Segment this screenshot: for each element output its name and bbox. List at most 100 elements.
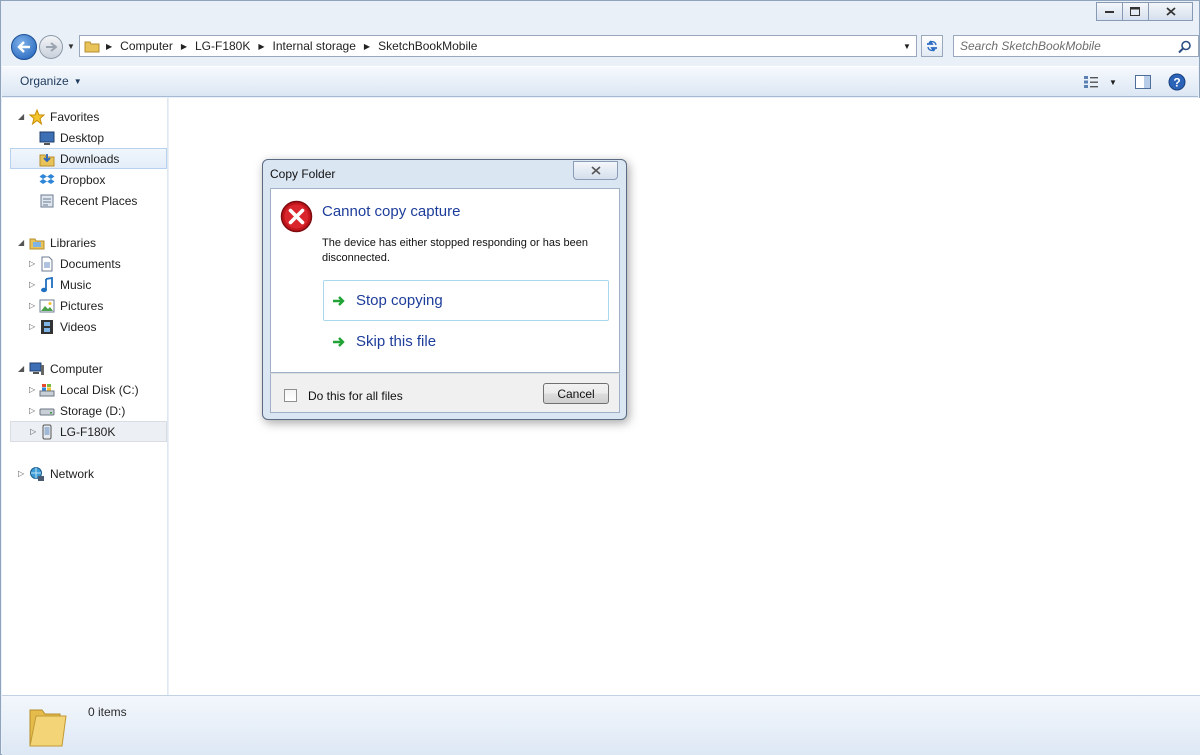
collapsed-triangle-icon[interactable]: ▷ — [18, 469, 24, 478]
collapsed-triangle-icon[interactable]: ▷ — [30, 427, 36, 436]
do-this-for-all-checkbox[interactable] — [284, 389, 297, 402]
sidebar-item-videos[interactable]: ▷ Videos — [2, 316, 167, 337]
recent-places-icon — [40, 194, 54, 207]
chevron-down-icon: ▼ — [73, 76, 82, 86]
sidebar-item-label: Downloads — [60, 151, 120, 166]
dialog-title: Copy Folder — [270, 167, 336, 181]
expanded-triangle-icon[interactable]: ◢ — [18, 238, 24, 247]
back-button[interactable] — [11, 34, 37, 60]
libraries-icon — [29, 238, 45, 249]
details-view-icon — [1084, 76, 1099, 88]
preview-pane-button[interactable] — [1132, 72, 1154, 92]
breadcrumb-item[interactable]: SketchBookMobile — [378, 39, 477, 53]
maximize-button[interactable] — [1122, 2, 1149, 21]
star-icon — [29, 108, 45, 125]
window-controls — [1096, 2, 1193, 21]
green-arrow-icon — [333, 295, 345, 306]
organize-button[interactable]: Organize ▼ — [20, 74, 82, 88]
sidebar-item-documents[interactable]: ▷ Documents — [2, 253, 167, 274]
navigation-pane: ◢ Favorites Desktop Downloads Dropbox Re… — [2, 98, 168, 695]
refresh-button[interactable] — [921, 35, 943, 57]
recent-pages-dropdown[interactable]: ▼ — [66, 41, 76, 51]
sidebar-item-network[interactable]: ▷ Network — [2, 463, 167, 484]
expanded-triangle-icon[interactable]: ◢ — [18, 364, 24, 373]
address-dropdown[interactable]: ▼ — [900, 39, 914, 53]
sidebar-item-downloads[interactable]: Downloads — [10, 148, 167, 169]
computer-icon — [29, 362, 44, 375]
collapsed-triangle-icon[interactable]: ▷ — [29, 385, 35, 394]
sidebar-item-label: Music — [60, 277, 92, 292]
dialog-body: Cannot copy capture The device has eithe… — [270, 188, 620, 373]
breadcrumb-separator-icon[interactable]: ▶ — [181, 42, 187, 51]
sidebar-item-pictures[interactable]: ▷ Pictures — [2, 295, 167, 316]
address-row: ▼ ▶ Computer ▶ LG-F180K ▶ Internal stora… — [9, 31, 1199, 61]
sidebar-item-label: Desktop — [60, 130, 105, 145]
address-bar[interactable]: ▶ Computer ▶ LG-F180K ▶ Internal storage… — [79, 35, 917, 57]
copy-folder-dialog: Copy Folder Cannot copy capture The devi… — [262, 159, 627, 420]
close-icon — [590, 166, 601, 175]
breadcrumb-item[interactable]: LG-F180K — [195, 39, 250, 53]
view-controls: ▼ ? — [1068, 72, 1188, 92]
drive-icon — [39, 408, 55, 415]
sidebar-item-label: Dropbox — [60, 172, 106, 187]
sidebar-item-label: Videos — [60, 319, 97, 334]
sidebar-item-label: Pictures — [60, 298, 104, 313]
minimize-button[interactable] — [1096, 2, 1123, 21]
skip-this-file-button[interactable]: Skip this file — [323, 321, 609, 362]
collapsed-triangle-icon[interactable]: ▷ — [29, 301, 35, 310]
search-icon[interactable] — [1178, 40, 1192, 54]
breadcrumb-item[interactable]: Computer — [120, 39, 173, 53]
svg-text:?: ? — [1173, 76, 1180, 90]
command-label: Skip this file — [356, 333, 437, 350]
sidebar-item-label: Libraries — [50, 235, 97, 250]
breadcrumb-separator-icon[interactable]: ▶ — [106, 42, 112, 51]
breadcrumb-separator-icon[interactable]: ▶ — [364, 42, 370, 51]
breadcrumb-separator-icon[interactable]: ▶ — [258, 42, 264, 51]
error-icon — [280, 200, 313, 233]
dialog-message: The device has either stopped responding… — [322, 237, 589, 264]
checkbox-label[interactable]: Do this for all files — [308, 389, 403, 403]
refresh-icon — [927, 40, 937, 52]
chevron-down-icon: ▼ — [1109, 77, 1117, 87]
sidebar-item-libraries[interactable]: ◢ Libraries — [2, 232, 167, 253]
desktop-icon — [39, 131, 55, 145]
sidebar-item-storage-d[interactable]: ▷ Storage (D:) — [2, 400, 167, 421]
sidebar-item-music[interactable]: ▷ Music — [2, 274, 167, 295]
dialog-close-button[interactable] — [573, 161, 618, 180]
stop-copying-button[interactable]: Stop copying — [323, 280, 609, 321]
help-button[interactable]: ? — [1166, 72, 1188, 92]
minimize-icon — [1104, 10, 1114, 13]
collapsed-triangle-icon[interactable]: ▷ — [29, 280, 35, 289]
sidebar-item-desktop[interactable]: Desktop — [2, 127, 167, 148]
close-button[interactable] — [1148, 2, 1193, 21]
change-view-button[interactable]: ▼ — [1080, 72, 1120, 92]
details-pane: 0 items — [2, 695, 1200, 755]
organize-label: Organize — [20, 74, 69, 88]
collapsed-triangle-icon[interactable]: ▷ — [29, 322, 35, 331]
sidebar-item-recent-places[interactable]: Recent Places — [2, 190, 167, 211]
sidebar-item-label: Storage (D:) — [60, 403, 126, 418]
documents-icon — [41, 256, 53, 271]
search-input[interactable] — [960, 39, 1170, 53]
sidebar-item-computer[interactable]: ◢ Computer — [2, 358, 167, 379]
folder-icon — [84, 41, 100, 53]
sidebar-item-dropbox[interactable]: Dropbox — [2, 169, 167, 190]
expanded-triangle-icon[interactable]: ◢ — [18, 112, 24, 121]
back-arrow-icon — [17, 41, 30, 53]
collapsed-triangle-icon[interactable]: ▷ — [29, 259, 35, 268]
sidebar-item-label: Recent Places — [60, 193, 138, 208]
phone-device-icon — [42, 424, 52, 439]
command-bar: Organize ▼ ▼ ? — [2, 66, 1198, 97]
music-note-icon — [41, 276, 53, 292]
dropbox-icon — [39, 173, 55, 184]
forward-button[interactable] — [39, 35, 63, 59]
preview-pane-icon — [1135, 75, 1151, 89]
sidebar-item-favorites[interactable]: ◢ Favorites — [2, 106, 167, 127]
sidebar-item-lg-f180k[interactable]: ▷ LG-F180K — [10, 421, 167, 442]
downloads-folder-icon — [39, 153, 55, 166]
cancel-button[interactable]: Cancel — [543, 383, 609, 404]
sidebar-item-label: Computer — [50, 361, 103, 376]
collapsed-triangle-icon[interactable]: ▷ — [29, 406, 35, 415]
sidebar-item-local-disk-c[interactable]: ▷ Local Disk (C:) — [2, 379, 167, 400]
breadcrumb-item[interactable]: Internal storage — [273, 39, 356, 53]
